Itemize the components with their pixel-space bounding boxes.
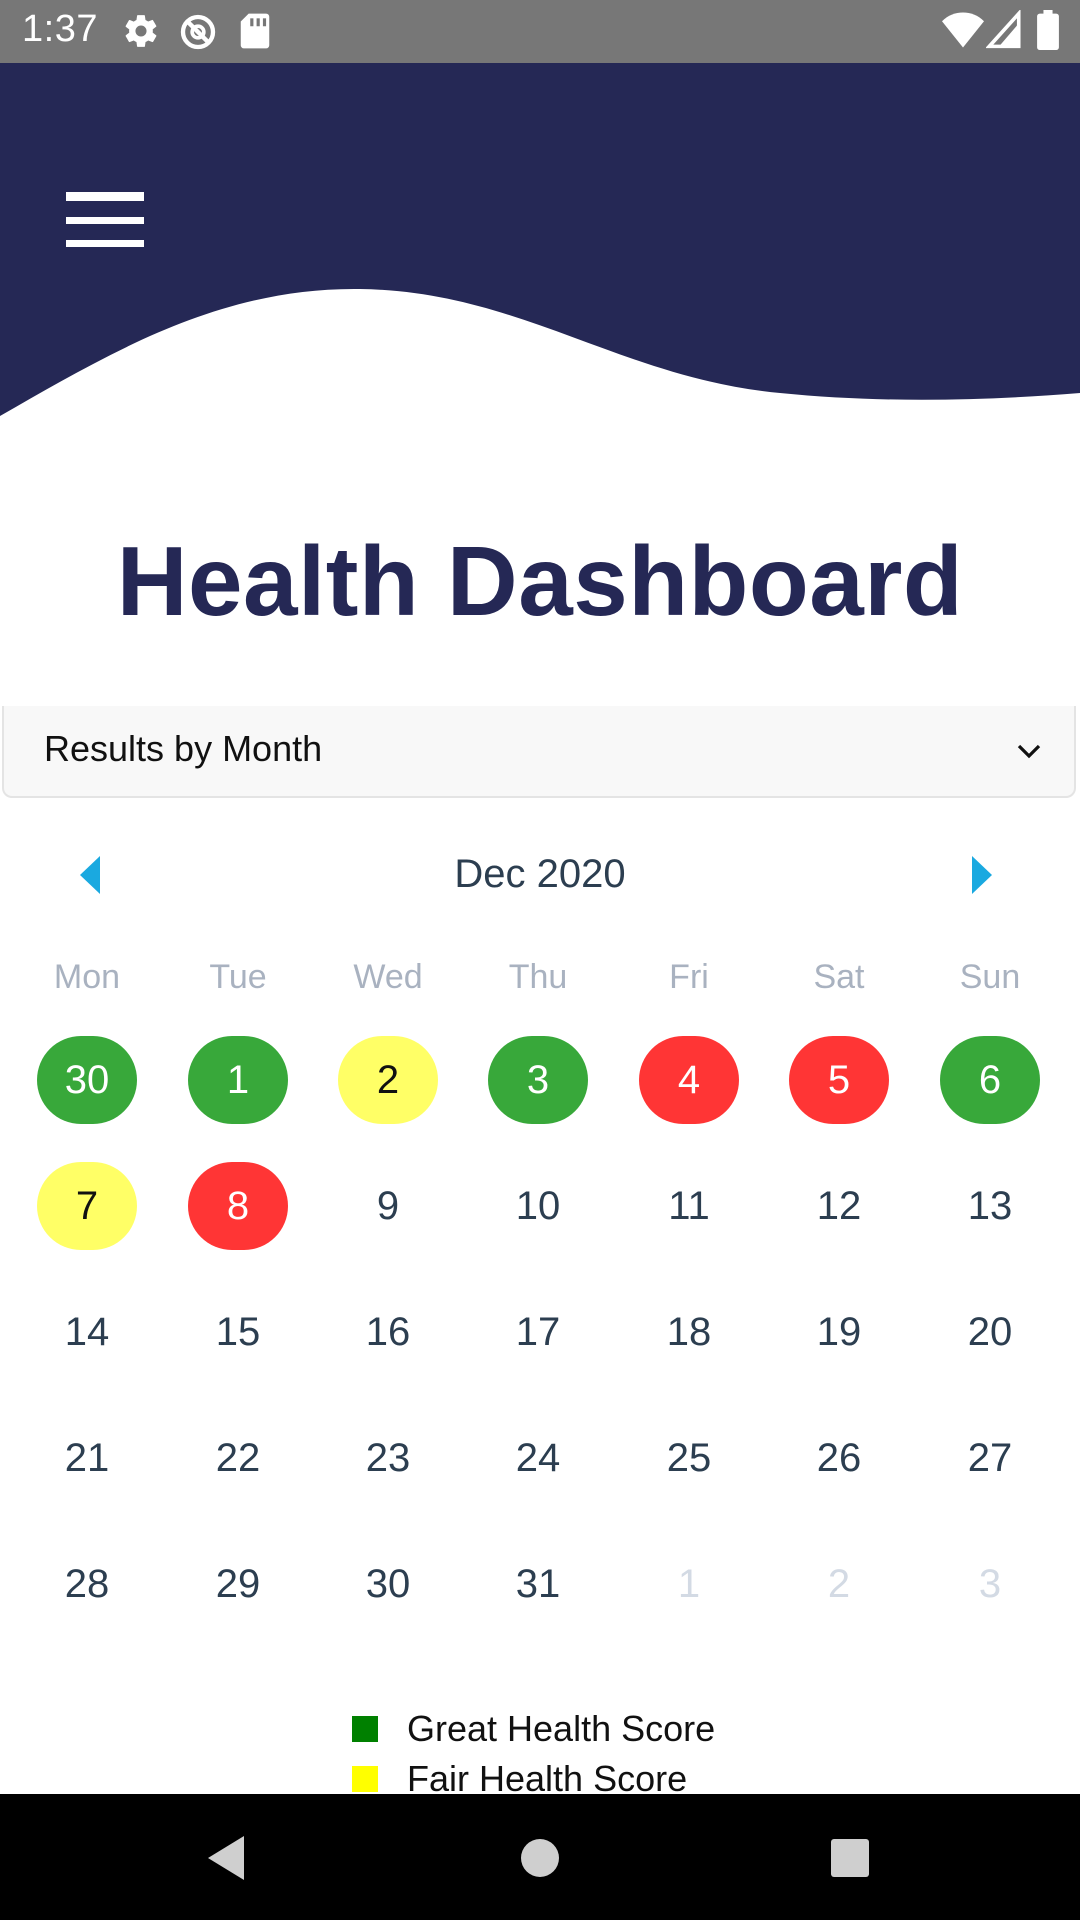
cell-signal-icon xyxy=(985,8,1022,55)
calendar-day[interactable]: 5 xyxy=(789,1036,889,1124)
sd-card-icon xyxy=(238,12,272,55)
calendar-day[interactable]: 20 xyxy=(940,1288,1040,1376)
recents-icon xyxy=(810,1839,890,1896)
calendar-day[interactable]: 24 xyxy=(488,1414,588,1502)
calendar-day[interactable]: 4 xyxy=(639,1036,739,1124)
page-title: Health Dashboard xyxy=(116,526,964,636)
calendar-day[interactable]: 30 xyxy=(338,1540,438,1628)
weekday-header: Mon Tue Wed Thu Fri Sat Sun xyxy=(0,958,1080,1002)
month-label: Dec 2020 xyxy=(454,852,626,896)
calendar-day[interactable]: 11 xyxy=(639,1162,739,1250)
calendar-day[interactable]: 22 xyxy=(188,1414,288,1502)
legend-swatch xyxy=(352,1716,378,1742)
header-wave xyxy=(0,63,1080,416)
back-button[interactable] xyxy=(188,1822,268,1892)
calendar-day[interactable]: 27 xyxy=(940,1414,1040,1502)
weekday-label: Wed xyxy=(353,958,423,996)
calendar-day[interactable]: 6 xyxy=(940,1036,1040,1124)
caret-right-icon xyxy=(960,856,1000,904)
weekday-label: Tue xyxy=(209,958,267,996)
calendar-day[interactable]: 1 xyxy=(188,1036,288,1124)
back-icon xyxy=(188,1836,268,1896)
calendar-day[interactable]: 25 xyxy=(639,1414,739,1502)
calendar-day[interactable]: 28 xyxy=(37,1540,137,1628)
calendar-day[interactable]: 14 xyxy=(37,1288,137,1376)
calendar-day[interactable]: 13 xyxy=(940,1162,1040,1250)
calendar-day[interactable]: 17 xyxy=(488,1288,588,1376)
home-icon xyxy=(500,1839,580,1896)
home-button[interactable] xyxy=(500,1822,580,1892)
results-dropdown[interactable]: Results by Month xyxy=(2,706,1076,798)
calendar-day-outside-month[interactable]: 1 xyxy=(639,1540,739,1628)
calendar-day[interactable]: 12 xyxy=(789,1162,889,1250)
next-month-button[interactable] xyxy=(960,850,1020,900)
calendar-day[interactable]: 7 xyxy=(37,1162,137,1250)
calendar-grid: 30 1 2 3 4 5 6 7 8 9 10 11 12 13 14 15 16 17 18 19 20 21 22 23 2… xyxy=(0,1036,1080,1636)
calendar-day[interactable]: 21 xyxy=(37,1414,137,1502)
weekday-label: Fri xyxy=(669,958,709,996)
legend-swatch xyxy=(352,1766,378,1792)
calendar-day-outside-month[interactable]: 3 xyxy=(940,1540,1040,1628)
calendar-day[interactable]: 8 xyxy=(188,1162,288,1250)
calendar-day-outside-month[interactable]: 2 xyxy=(789,1540,889,1628)
weekday-label: Thu xyxy=(508,958,568,996)
header xyxy=(0,63,1080,423)
weekday-label: Mon xyxy=(53,958,121,996)
legend-label: Great Health Score xyxy=(407,1708,716,1749)
status-time: 1:37 xyxy=(22,8,98,50)
dropdown-selected-value: Results by Month xyxy=(44,728,323,769)
no-sync-icon xyxy=(178,12,218,57)
battery-icon xyxy=(1036,10,1060,55)
menu-button[interactable] xyxy=(54,126,144,216)
weekday-label: Sat xyxy=(813,958,865,996)
wifi-icon xyxy=(942,10,984,55)
calendar-day[interactable]: 3 xyxy=(488,1036,588,1124)
calendar-day[interactable]: 30 xyxy=(37,1036,137,1124)
calendar-day[interactable]: 10 xyxy=(488,1162,588,1250)
calendar-day[interactable]: 18 xyxy=(639,1288,739,1376)
calendar-day[interactable]: 29 xyxy=(188,1540,288,1628)
calendar-day[interactable]: 9 xyxy=(338,1162,438,1250)
calendar-day[interactable]: 16 xyxy=(338,1288,438,1376)
gear-icon xyxy=(122,12,160,55)
status-bar: 1:37 xyxy=(0,0,1080,63)
recents-button[interactable] xyxy=(810,1822,890,1892)
calendar-day[interactable]: 15 xyxy=(188,1288,288,1376)
calendar-day[interactable]: 23 xyxy=(338,1414,438,1502)
calendar-day[interactable]: 31 xyxy=(488,1540,588,1628)
chevron-down-icon xyxy=(1014,736,1044,766)
weekday-label: Sun xyxy=(959,958,1021,996)
calendar-day[interactable]: 26 xyxy=(789,1414,889,1502)
system-nav-bar xyxy=(0,1794,1080,1920)
legend-item: Great Health Score xyxy=(352,1708,752,1758)
calendar-day[interactable]: 2 xyxy=(338,1036,438,1124)
calendar-day[interactable]: 19 xyxy=(789,1288,889,1376)
